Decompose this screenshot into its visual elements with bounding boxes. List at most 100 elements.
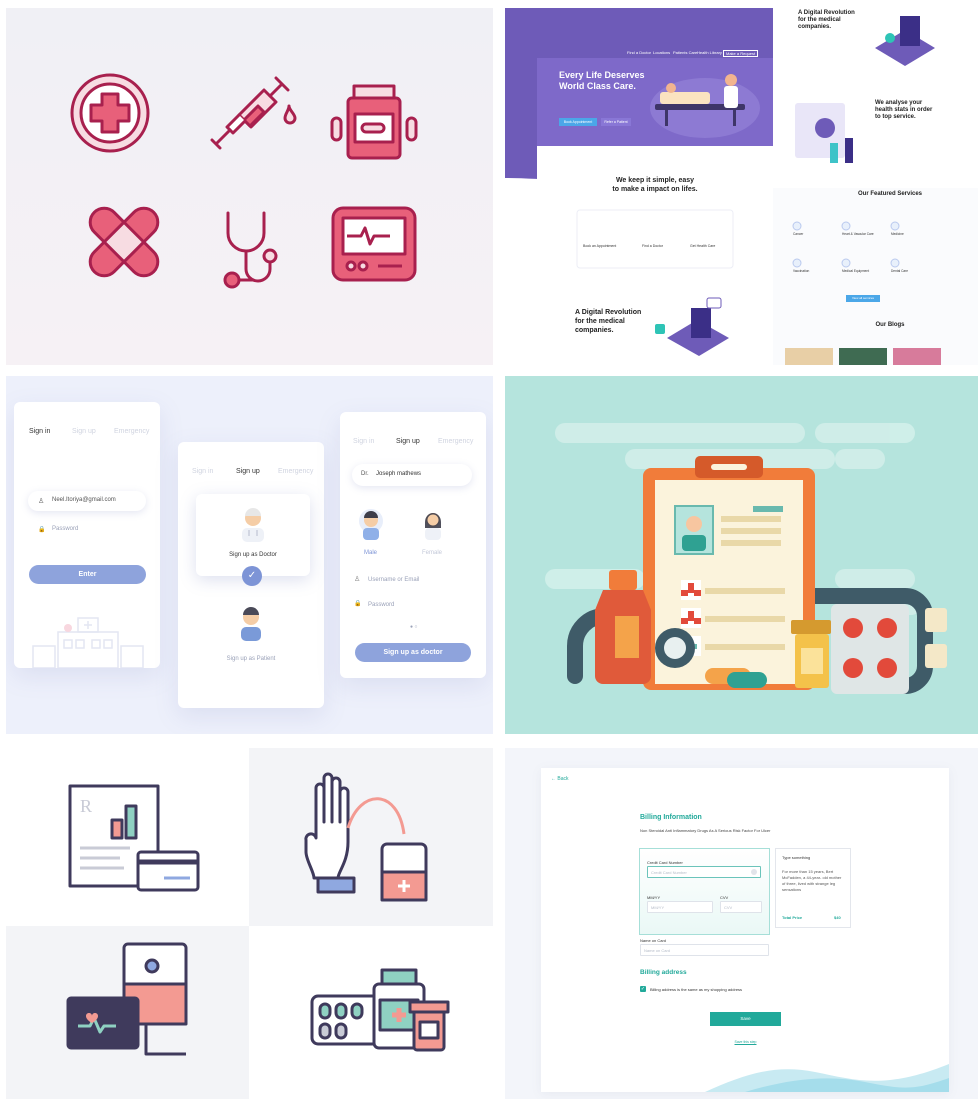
save-step-link[interactable]: Save this step — [710, 1040, 781, 1044]
tab-sign-up[interactable]: Sign up — [236, 468, 260, 475]
step-find-doctor: Find a Doctor — [642, 244, 664, 248]
male-avatar-icon[interactable] — [358, 508, 384, 542]
card-details-box: Credit Card Number Credit Card Number MM… — [639, 848, 770, 935]
total-value: $40 — [834, 915, 841, 920]
view-all-services-button[interactable]: View all services — [846, 295, 880, 302]
nav-make-request[interactable]: Make a Request — [723, 50, 759, 57]
order-summary-box: Type something For more than 15 years, B… — [775, 848, 851, 928]
nav-patients-care[interactable]: Patients Care — [673, 50, 697, 55]
right-revolution-title: A Digital Revolution for the medical compa… — [798, 10, 855, 30]
refer-patient-button[interactable]: Refer a Patient — [601, 118, 631, 126]
name-prefix: Dr. — [361, 471, 369, 477]
service-dental: Dental Care — [891, 269, 909, 273]
card-number-label: Credit Card Number — [647, 860, 683, 865]
tab-sign-up[interactable]: Sign up — [72, 428, 96, 435]
health-illustration-grid: R — [6, 748, 493, 1099]
tab-sign-in[interactable]: Sign in — [29, 428, 50, 435]
pill-pack-bottle-icon — [310, 968, 450, 1052]
health-stats-illustration — [795, 103, 853, 163]
billing-address-title: Billing address — [640, 969, 687, 976]
medical-website-mockup: Find a Doctor Locations Patients Care He… — [505, 8, 978, 365]
sign-up-doctor-button[interactable]: Sign up as doctor — [355, 643, 471, 662]
tab-sign-in[interactable]: Sign in — [353, 438, 374, 445]
enter-button[interactable]: Enter — [29, 565, 146, 584]
female-label[interactable]: Female — [422, 550, 442, 556]
pill-bottle-icon — [330, 84, 418, 160]
selected-check-icon: ✓ — [242, 566, 262, 586]
total-label: Total Price — [782, 915, 803, 920]
doctor-label: Sign up as Doctor — [229, 552, 277, 558]
nav-health-library[interactable]: Health Library — [697, 50, 722, 55]
same-address-label: Billing address is the same as my shoppi… — [650, 987, 743, 992]
cvv-input[interactable]: CVV — [720, 901, 762, 913]
tab-emergency[interactable]: Emergency — [278, 468, 313, 475]
tab-emergency[interactable]: Emergency — [438, 438, 473, 445]
simple-section-title: We keep it simple, easy to make a impact … — [612, 177, 698, 193]
name-value: Joseph mathews — [376, 471, 422, 477]
step-book-appointment: Book an Appointment — [583, 244, 617, 248]
summary-title: Type something — [782, 855, 811, 860]
tab-sign-up[interactable]: Sign up — [396, 438, 420, 445]
doctor-signup-card: Sign in Sign up Emergency Dr. Joseph mat… — [340, 412, 486, 678]
mmyy-label: MM/YY — [647, 895, 661, 900]
service-equipment: Medical Equipment — [842, 269, 870, 273]
medical-clipboard-illustration — [505, 376, 978, 734]
doctor-avatar-icon — [242, 508, 264, 542]
save-button[interactable]: Save — [710, 1012, 781, 1026]
sign-in-card: Sign in Sign up Emergency ♙ Neel.Itoriya… — [14, 402, 160, 668]
tab-sign-in[interactable]: Sign in — [192, 468, 213, 475]
user-icon: ♙ — [354, 576, 361, 583]
lock-icon: 🔒 — [354, 601, 362, 607]
book-appointment-button[interactable]: Book Appointment — [559, 118, 597, 126]
male-label[interactable]: Male — [364, 550, 377, 556]
password-field[interactable]: 🔒 Password — [28, 520, 146, 540]
medical-cross-icon — [70, 73, 150, 153]
nav-find-doctor[interactable]: Find a Doctor — [627, 50, 651, 55]
password-placeholder: Password — [52, 526, 79, 532]
heart-monitor-iv-icon — [66, 942, 188, 1056]
blogs-title: Our Blogs — [875, 322, 905, 328]
service-vaccination: Vaccination — [793, 269, 810, 273]
service-cancer: Cancer — [793, 232, 804, 236]
password-field[interactable]: Password — [368, 602, 394, 608]
pagination-dots: ● ○ — [410, 624, 418, 630]
iv-bag-glove-icon — [304, 772, 428, 902]
summary-body: For more than 15 years, Bert McFadden, a… — [782, 869, 842, 892]
card-number-input[interactable]: Credit Card Number — [647, 866, 761, 878]
mmyy-input[interactable]: MM/YY — [647, 901, 713, 913]
same-address-checkbox[interactable]: ✓ — [640, 986, 646, 992]
auth-screens-mockup: Sign in Sign up Emergency ♙ Neel.Itoriya… — [6, 376, 493, 734]
email-value: Neel.Itoriya@gmail.com — [52, 497, 116, 503]
doctor-option[interactable]: Sign up as Doctor — [196, 494, 310, 576]
role-select-card: Sign in Sign up Emergency Sign up as Doc… — [178, 442, 324, 708]
service-medicine: Medicine — [891, 232, 904, 236]
username-field[interactable]: Username or Email — [368, 577, 419, 583]
back-link[interactable]: ← Back — [551, 776, 569, 782]
patient-avatar-icon — [241, 607, 261, 641]
svg-text:R: R — [80, 796, 92, 816]
stethoscope-icon — [223, 211, 278, 289]
email-field[interactable]: ♙ Neel.Itoriya@gmail.com — [28, 491, 146, 511]
female-avatar-icon[interactable] — [420, 508, 446, 542]
featured-services-title: Our Featured Services — [857, 191, 923, 197]
name-on-card-input[interactable]: Name on Card — [640, 944, 769, 956]
hero-title: Every Life Deserves World Class Care. — [559, 70, 645, 91]
patient-label[interactable]: Sign up as Patient — [178, 656, 324, 662]
name-on-card-label: Name on Card — [640, 938, 667, 943]
nav-locations[interactable]: Locations — [653, 50, 670, 55]
tab-emergency[interactable]: Emergency — [114, 428, 149, 435]
syringe-icon — [210, 76, 297, 150]
prescription-card-icon: R — [68, 784, 200, 892]
doctor-name-field[interactable]: Dr. Joseph mathews — [352, 464, 472, 486]
card-brand-icon — [751, 869, 757, 875]
billing-title: Billing Information — [640, 814, 702, 821]
lock-icon: 🔒 — [38, 527, 46, 533]
step-health-care: Get Health Care — [690, 244, 716, 248]
analyse-title: We analyse your health stats in order to t… — [875, 100, 933, 120]
billing-subtitle: Non Steroidal Anti Inflammatory Drugs As… — [640, 828, 771, 833]
user-icon: ♙ — [38, 498, 45, 505]
bandage-icon — [88, 206, 160, 278]
hospital-building-icon — [32, 617, 144, 668]
heart-monitor-icon — [331, 206, 417, 282]
revolution-title: A Digital Revolution for the medical compa… — [575, 309, 642, 334]
